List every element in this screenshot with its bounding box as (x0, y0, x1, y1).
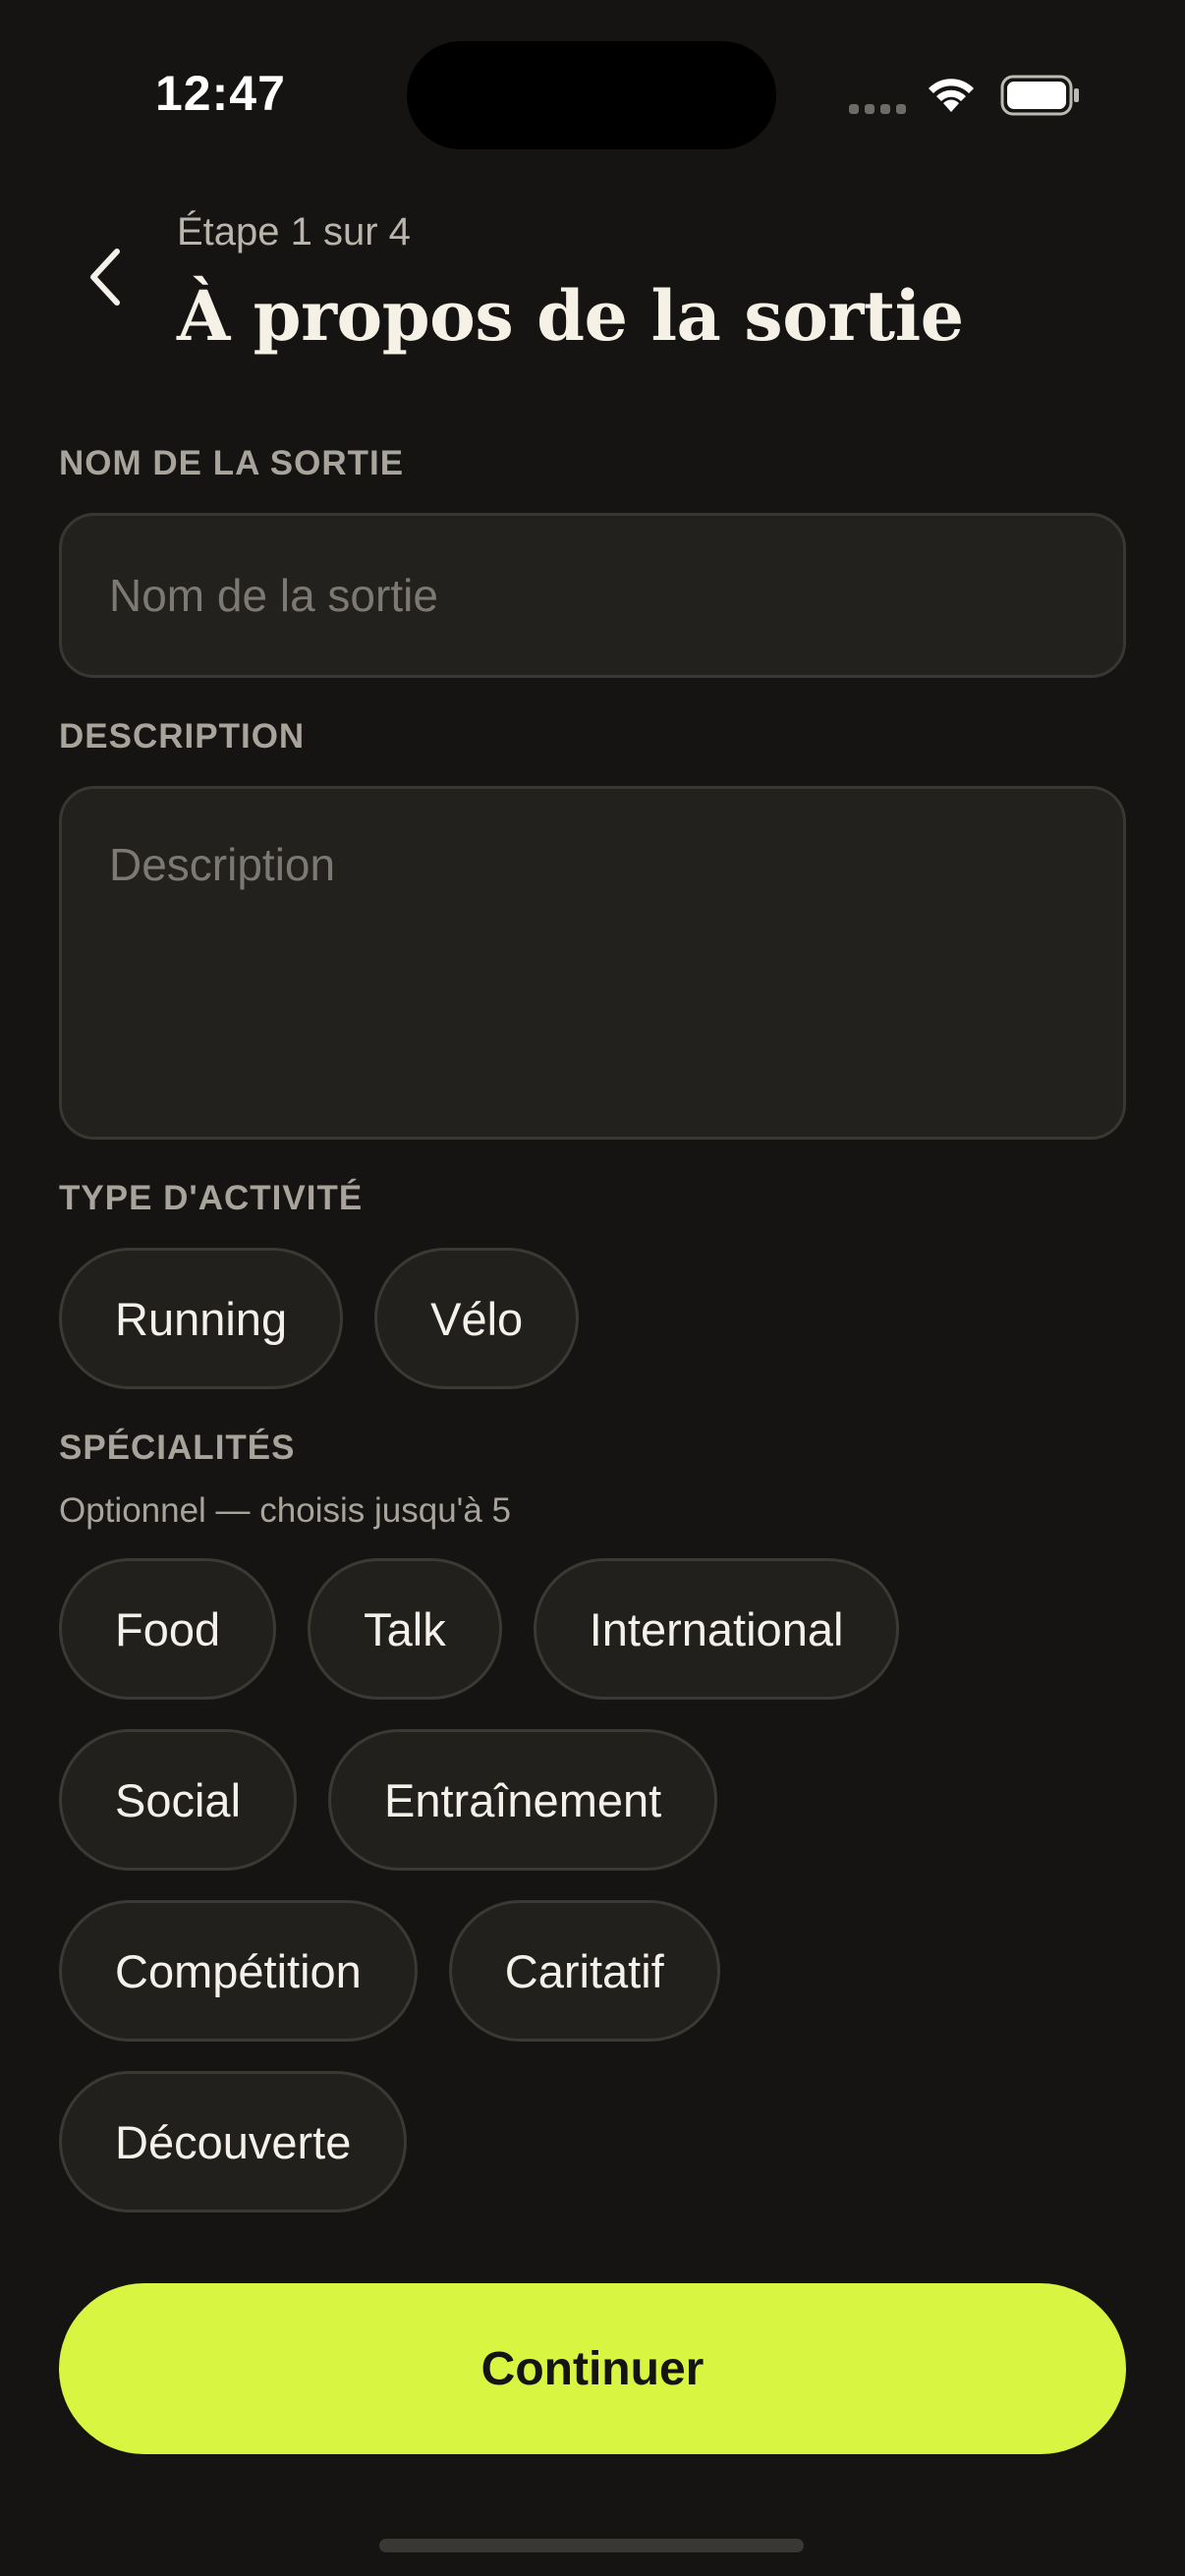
specialties-row-4: Découverte (59, 2071, 408, 2212)
signal-icon (849, 104, 906, 114)
activity-type-chips: Running Vélo (59, 1248, 580, 1389)
chip-international[interactable]: International (533, 1558, 900, 1700)
dynamic-island (407, 41, 776, 149)
home-indicator[interactable] (379, 2539, 804, 2552)
chevron-left-icon (90, 249, 120, 306)
status-time: 12:47 (155, 66, 286, 121)
chip-decouverte[interactable]: Découverte (59, 2071, 408, 2212)
chip-competition[interactable]: Compétition (59, 1900, 418, 2042)
name-label: NOM DE LA SORTIE (59, 444, 405, 482)
step-indicator: Étape 1 sur 4 (177, 210, 411, 253)
outing-name-input[interactable] (59, 513, 1126, 678)
chip-velo[interactable]: Vélo (374, 1248, 580, 1389)
specialties-hint: Optionnel — choisis jusqu'à 5 (59, 1491, 511, 1530)
activity-type-label: TYPE D'ACTIVITÉ (59, 1179, 364, 1217)
battery-icon (1000, 75, 1079, 116)
page-title: À propos de la sortie (177, 275, 964, 357)
continue-button[interactable]: Continuer (59, 2283, 1126, 2454)
chip-caritatif[interactable]: Caritatif (448, 1900, 720, 2042)
description-textarea[interactable] (59, 786, 1126, 1140)
chip-talk[interactable]: Talk (308, 1558, 502, 1700)
specialties-row-2: Social Entraînement (59, 1729, 718, 1871)
chip-entrainement[interactable]: Entraînement (328, 1729, 718, 1871)
description-label: DESCRIPTION (59, 717, 306, 756)
specialties-label: SPÉCIALITÉS (59, 1428, 296, 1467)
chip-running[interactable]: Running (59, 1248, 344, 1389)
wifi-icon (929, 79, 974, 112)
back-button[interactable] (71, 236, 140, 318)
status-bar: 12:47 (0, 0, 1185, 187)
specialties-row-3: Compétition Caritatif (59, 1900, 720, 2042)
specialties-row-1: Food Talk International (59, 1558, 900, 1700)
chip-social[interactable]: Social (59, 1729, 298, 1871)
chip-food[interactable]: Food (59, 1558, 277, 1700)
